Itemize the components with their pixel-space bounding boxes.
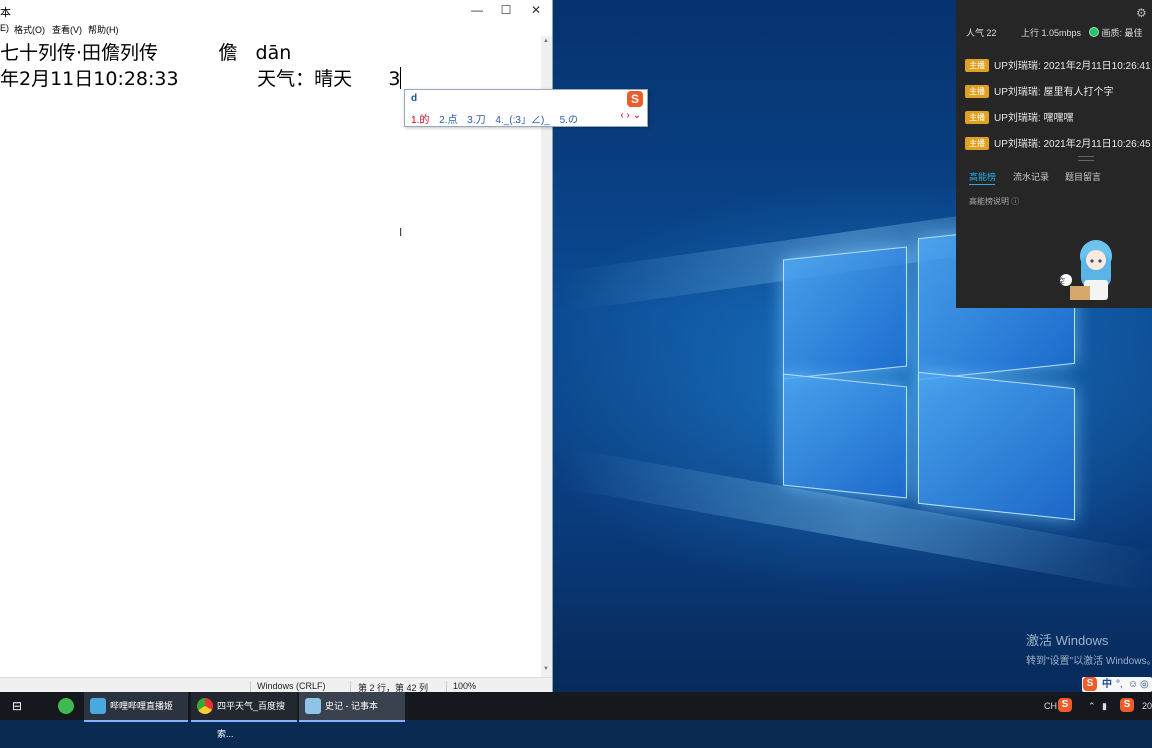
windows-logo-pane — [918, 371, 1075, 521]
menu-view[interactable]: 查看(V) — [52, 23, 82, 36]
chrome-icon — [197, 698, 213, 714]
streamer-badge: 主播 — [965, 59, 989, 72]
maximize-button[interactable]: ☐ — [491, 0, 521, 20]
quality-label: 画质: 最佳 — [1101, 28, 1143, 38]
zoom-status: 100% — [453, 681, 477, 691]
taskbar-item-notepad[interactable]: 史记 - 记事本 — [299, 692, 405, 722]
danmaku-message: 主播 UP刘瑞瑞: 2021年2月11日10:26:45 — [965, 135, 1151, 150]
skin-icon[interactable]: ◎ — [1140, 677, 1149, 692]
taskbar-item-chrome[interactable]: 四平天气_百度搜索... — [191, 692, 297, 739]
menu-edit[interactable]: E) — [0, 23, 9, 33]
close-button[interactable]: ✕ — [521, 0, 551, 20]
task-view-icon[interactable]: ⊟ — [12, 692, 22, 720]
danmaku-message: 主播 UP刘瑞瑞: 2021年2月11日10:26:41 — [965, 57, 1151, 72]
activate-title: 激活 Windows — [1026, 633, 1109, 648]
window-title: 本 — [0, 7, 11, 19]
tab-question-message[interactable]: 题目留言 — [1065, 170, 1101, 183]
sogou-tray-icon[interactable]: S — [1120, 698, 1134, 712]
punctuation-icon[interactable]: °, — [1116, 677, 1123, 692]
streamer-badge: 主播 — [965, 85, 989, 98]
taskbar: ⊟ 哔哩哔哩直播姬 四平天气_百度搜索... 史记 - 记事本 CH S ⌃ ▮… — [0, 692, 1152, 739]
vertical-scrollbar[interactable]: ▲ ▼ — [541, 36, 552, 677]
ime-mode-chinese[interactable]: 中 — [1102, 677, 1112, 692]
ime-candidate[interactable]: 4._(:3」∠)_ — [495, 115, 549, 126]
sogou-toolbar[interactable]: S 中 °, ☺ ◎ — [1082, 677, 1152, 692]
streamer-badge: 主播 — [965, 111, 989, 124]
ime-composition: d — [411, 93, 418, 104]
activate-subtitle: 转到"设置"以激活 Windows。 — [1026, 656, 1152, 667]
danmaku-message: 主播 UP刘瑞瑞: 嘿嘿嘿 — [965, 109, 1073, 124]
text-line-2: 年2月11日10:28:33 天气：晴天 3 — [0, 64, 402, 91]
language-indicator[interactable]: CH — [1044, 692, 1057, 720]
rank-note-label: 高能榜说明 — [969, 197, 1009, 206]
tab-high-energy-rank[interactable]: 高能榜 — [969, 170, 996, 183]
status-dot-icon — [1089, 27, 1099, 37]
message-text: UP刘瑞瑞: 2021年2月11日10:26:41 — [994, 61, 1151, 72]
windows-logo-pane — [783, 246, 907, 380]
line-ending-status: Windows (CRLF) — [257, 681, 326, 691]
ime-candidate[interactable]: 2.点 — [439, 115, 457, 126]
sogou-logo-icon: S — [627, 91, 643, 107]
resize-handle[interactable] — [1078, 156, 1094, 161]
upload-speed: 上行 1.05mbps — [1021, 28, 1082, 38]
text-line-1: 七十列传·田儋列传 儋 dān — [0, 42, 292, 64]
divider — [250, 681, 251, 692]
sogou-logo-icon: S — [1083, 677, 1097, 691]
i-beam-cursor: I — [399, 226, 403, 239]
message-text: UP刘瑞瑞: 屋里有人打个字 — [994, 87, 1114, 98]
text-editor-area[interactable]: 七十列传·田儋列传 儋 dān 年2月11日10:28:33 天气：晴天 3 I — [0, 36, 541, 677]
minimize-button[interactable]: — — [462, 0, 492, 20]
text-caret — [400, 67, 402, 89]
scroll-up-icon[interactable]: ▲ — [543, 38, 549, 44]
live-stream-panel: ⚙ 人气 22 上行 1.05mbps 画质: 最佳 主播 UP刘瑞瑞: 2021… — [956, 0, 1152, 308]
ime-candidate-window[interactable]: d S 1.的 2.点 3.刀 4._(:3」∠)_ 5.の ‹ › ⌄ — [404, 89, 648, 127]
show-hidden-icons-icon[interactable]: ⌃ — [1088, 692, 1096, 720]
text-line-2-content: 年2月11日10:28:33 天气：晴天 3 — [0, 68, 401, 90]
bilibili-live-icon — [90, 698, 106, 714]
rank-explanation[interactable]: 高能榜说明 ⓘ — [969, 196, 1019, 207]
quality-status: 画质: 最佳 — [1089, 26, 1143, 39]
network-icon[interactable]: ▮ — [1102, 692, 1107, 720]
message-text: UP刘瑞瑞: 嘿嘿嘿 — [994, 113, 1074, 124]
ime-candidate[interactable]: 5.の — [560, 115, 578, 126]
divider — [446, 681, 447, 692]
title-bar[interactable]: 本 — ☐ ✕ — [0, 0, 552, 20]
emoji-icon[interactable]: ☺ — [1128, 677, 1138, 692]
ime-candidate[interactable]: 3.刀 — [467, 115, 485, 126]
scroll-down-icon[interactable]: ▼ — [543, 666, 549, 672]
settings-gear-icon[interactable]: ⚙ — [1136, 6, 1147, 20]
danmaku-message: 主播 UP刘瑞瑞: 屋里有人打个字 — [965, 83, 1113, 98]
menu-bar: E) 格式(O) 查看(V) 帮助(H) — [0, 20, 552, 36]
message-text: UP刘瑞瑞: 2021年2月11日10:26:45 — [994, 139, 1151, 150]
ime-page-nav-icon[interactable]: ‹ › ⌄ — [620, 110, 641, 121]
ime-candidates: 1.的 2.点 3.刀 4._(:3」∠)_ 5.の — [411, 111, 585, 126]
sogou-tray-icon[interactable]: S — [1058, 698, 1072, 712]
tab-flow-record[interactable]: 流水记录 — [1013, 170, 1049, 183]
taskbar-item-bilibili-live[interactable]: 哔哩哔哩直播姬 — [84, 692, 188, 722]
taskbar-item-label: 四平天气_百度搜索... — [217, 701, 286, 739]
streamer-badge: 主播 — [965, 137, 989, 150]
divider — [350, 681, 351, 692]
mascot-bubble: 空 — [1058, 278, 1065, 285]
menu-help[interactable]: 帮助(H) — [88, 23, 119, 36]
ime-candidate[interactable]: 1.的 — [411, 115, 429, 126]
clock[interactable]: 20 — [1142, 692, 1152, 720]
app-green-icon[interactable] — [58, 698, 74, 714]
popularity-count: 人气 22 — [966, 28, 997, 38]
mascot-character — [1060, 240, 1112, 300]
status-bar: Windows (CRLF) 第 2 行，第 42 列 100% — [0, 677, 552, 693]
taskbar-item-label: 哔哩哔哩直播姬 — [110, 701, 174, 711]
notepad-icon — [305, 698, 321, 714]
activate-windows-watermark: 激活 Windows 转到"设置"以激活 Windows。 — [1026, 630, 1152, 667]
windows-logo-pane — [783, 373, 907, 499]
taskbar-item-label: 史记 - 记事本 — [325, 701, 378, 711]
menu-format[interactable]: 格式(O) — [14, 23, 45, 36]
help-icon[interactable]: ⓘ — [1011, 197, 1019, 206]
active-tab-indicator — [969, 184, 995, 185]
